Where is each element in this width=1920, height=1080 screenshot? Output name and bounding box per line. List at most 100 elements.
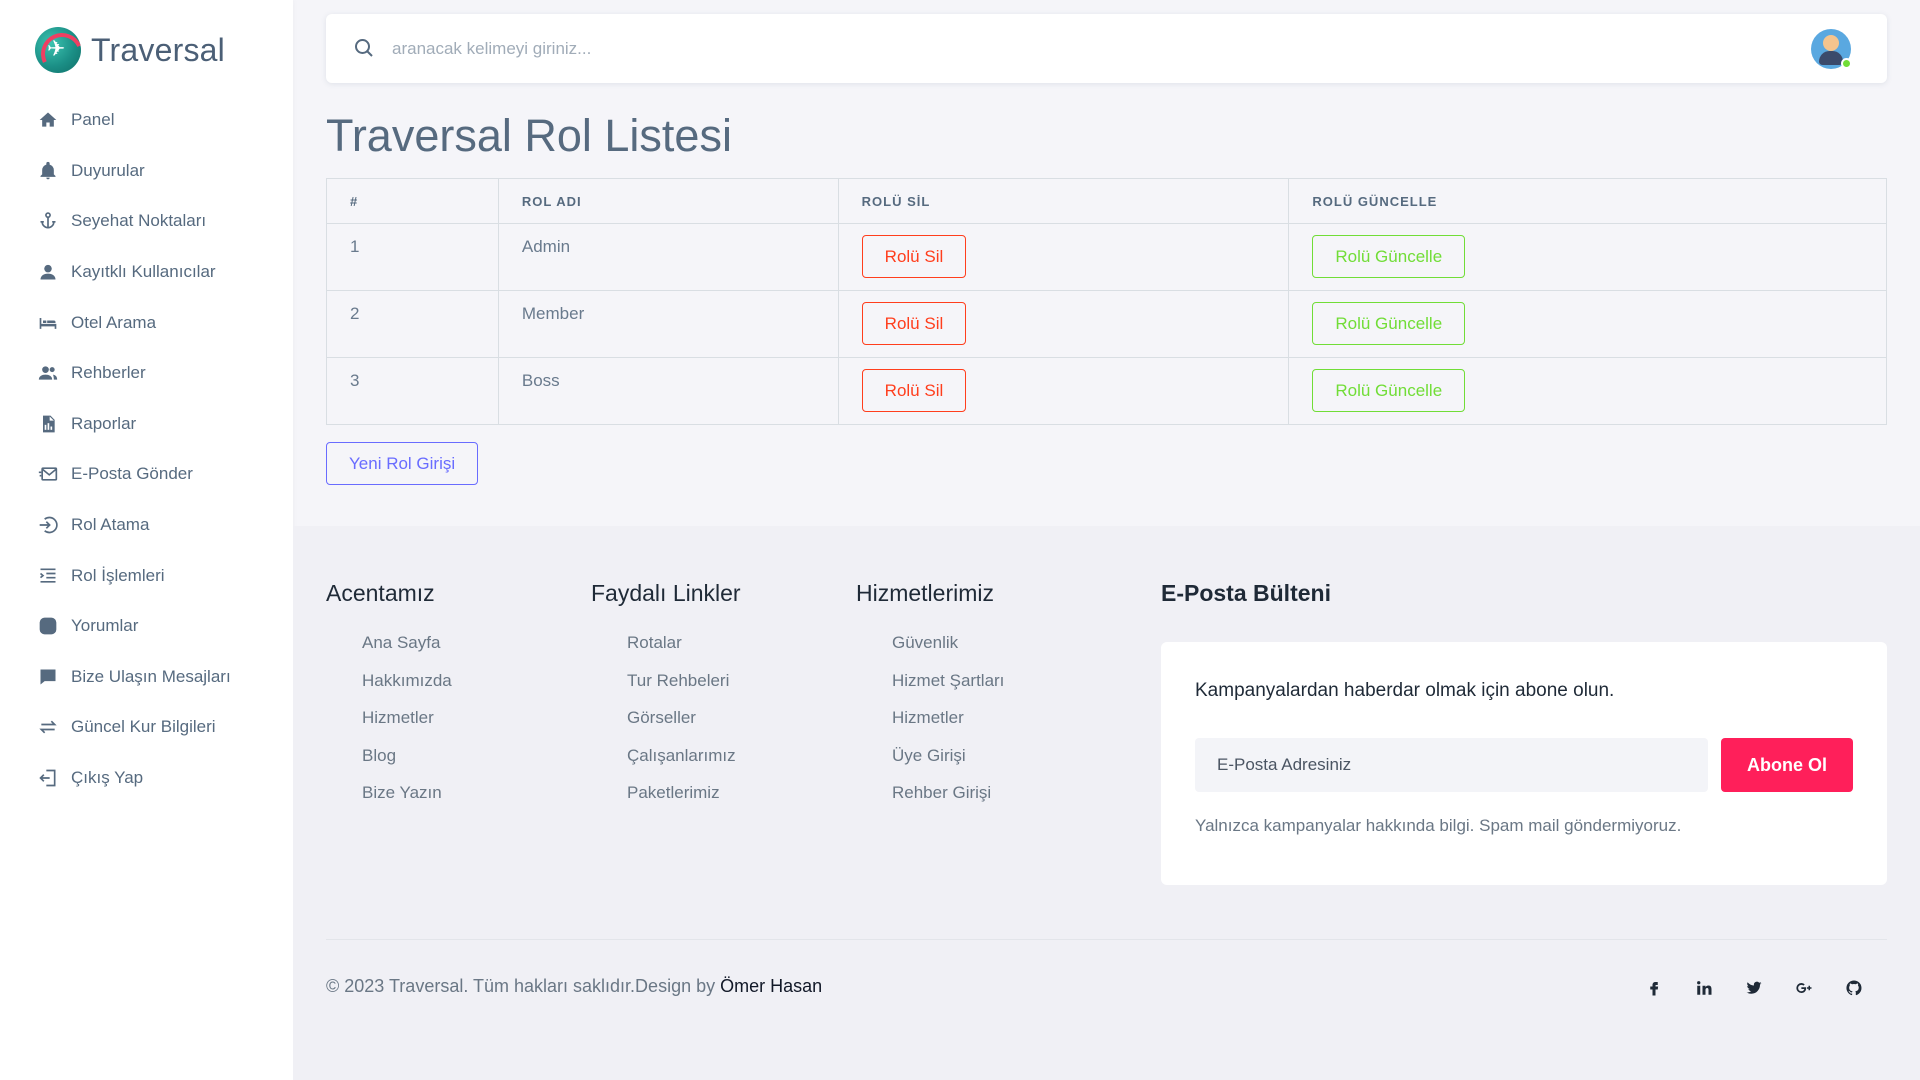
sidebar-item-label: Çıkış Yap [71,768,144,788]
footer-link[interactable]: Güvenlik [892,633,1004,671]
role-id: 3 [326,357,499,425]
update-role-button[interactable]: Rolü Güncelle [1312,369,1466,412]
mail-send-icon [37,463,59,485]
linkedin-icon[interactable] [1679,976,1729,1000]
column-header-role-name: ROL ADI [497,178,839,224]
role-id: 1 [326,223,499,291]
sidebar-item-label: Yorumlar [71,616,139,636]
sidebar-item-panel[interactable]: Panel [0,95,293,146]
sidebar-item-label: Duyurular [71,160,145,180]
delete-cell: Rolü Sil [837,290,1290,358]
sidebar-item-otel-arama[interactable]: Otel Arama [0,297,293,348]
sidebar-item-guncel-kur-bilgileri[interactable]: Güncel Kur Bilgileri [0,702,293,753]
facebook-icon[interactable] [1629,976,1679,1000]
twitter-icon[interactable] [1729,976,1779,1000]
online-status-dot [1841,58,1852,69]
footer-link[interactable]: Paketlerimiz [627,783,741,821]
sidebar-menu: Panel Duyurular Seyehat Noktaları Kayıtk… [0,95,293,803]
search-input[interactable] [392,34,1292,64]
list-indent-icon [37,565,59,587]
github-icon[interactable] [1829,976,1879,1000]
footer-link[interactable]: Görseller [627,708,741,746]
message-icon [37,666,59,688]
sidebar-item-kayitli-kullanicilar[interactable]: Kayıtklı Kullanıcılar [0,247,293,298]
delete-cell: Rolü Sil [837,357,1290,425]
footer-column-hizmetlerimiz: Hizmetlerimiz Güvenlik Hizmet Şartları H… [856,580,1004,821]
delete-role-button[interactable]: Rolü Sil [861,302,967,345]
sidebar-item-label: Otel Arama [71,312,157,332]
google-plus-icon[interactable] [1779,976,1829,1000]
footer-link[interactable]: Üye Girişi [892,746,1004,784]
home-icon [37,109,59,131]
brand-logo-icon: ✈ [35,27,81,73]
delete-role-button[interactable]: Rolü Sil [861,235,967,278]
sidebar-item-duyurular[interactable]: Duyurular [0,146,293,197]
delete-role-button[interactable]: Rolü Sil [861,369,967,412]
sidebar-item-label: Güncel Kur Bilgileri [71,717,216,737]
footer-link[interactable]: Tur Rehbeleri [627,671,741,709]
role-id: 2 [326,290,499,358]
log-in-icon [37,514,59,536]
update-cell: Rolü Güncelle [1288,290,1887,358]
comment-icon [37,615,59,637]
footer-link[interactable]: Rotalar [627,633,741,671]
newsletter-email-input[interactable] [1195,738,1708,792]
avatar[interactable] [1811,29,1852,69]
footer-column-acentamiz: Acentamız Ana Sayfa Hakkımızda Hizmetler… [326,580,452,821]
sidebar-item-label: Rol Atama [71,515,150,535]
social-links [1629,976,1879,1000]
role-name: Admin [497,223,839,291]
sidebar-item-cikis-yap[interactable]: Çıkış Yap [0,753,293,804]
newsletter-card: Kampanyalardan haberdar olmak için abone… [1161,642,1887,885]
footer-link[interactable]: Hakkımızda [362,671,452,709]
footer-column-title: Faydalı Linkler [591,580,741,606]
footer: Acentamız Ana Sayfa Hakkımızda Hizmetler… [293,526,1920,1080]
sidebar-item-rol-atama[interactable]: Rol Atama [0,500,293,551]
footer-link[interactable]: Bize Yazın [362,783,452,821]
sidebar-item-raporlar[interactable]: Raporlar [0,399,293,450]
footer-link[interactable]: Hizmet Şartları [892,671,1004,709]
copyright-text: © 2023 Traversal. Tüm hakları saklıdır.D… [326,976,721,996]
bed-icon [37,312,59,334]
table-row: 1 Admin Rolü Sil Rolü Güncelle [326,223,1887,291]
footer-link[interactable]: Hizmetler [362,708,452,746]
table-row: 2 Member Rolü Sil Rolü Güncelle [326,290,1887,358]
footer-link[interactable]: Hizmetler [892,708,1004,746]
update-role-button[interactable]: Rolü Güncelle [1312,235,1466,278]
sidebar-item-bize-ulasin-mesajlari[interactable]: Bize Ulaşın Mesajları [0,652,293,703]
footer-link[interactable]: Çalışanlarımız [627,746,741,784]
newsletter-title: E-Posta Bülteni [1161,580,1331,606]
sidebar-item-label: Seyehat Noktaları [71,211,207,231]
update-role-button[interactable]: Rolü Güncelle [1312,302,1466,345]
column-header-update: ROLÜ GÜNCELLE [1288,178,1887,224]
table-row: 3 Boss Rolü Sil Rolü Güncelle [326,357,1887,425]
brand-name: Traversal [91,31,225,68]
sidebar-item-rehberler[interactable]: Rehberler [0,348,293,399]
search-icon [352,36,376,60]
brand[interactable]: ✈ Traversal [35,27,225,73]
new-role-button[interactable]: Yeni Rol Girişi [326,442,479,485]
sidebar-item-label: Kayıtklı Kullanıcılar [71,262,216,282]
sidebar-item-e-posta-gonder[interactable]: E-Posta Gönder [0,449,293,500]
footer-link[interactable]: Ana Sayfa [362,633,452,671]
footer-link[interactable]: Blog [362,746,452,784]
report-icon [37,413,59,435]
update-cell: Rolü Güncelle [1288,357,1887,425]
footer-link[interactable]: Rehber Girişi [892,783,1004,821]
sidebar-item-seyehat-noktalari[interactable]: Seyehat Noktaları [0,196,293,247]
footer-column-title: Acentamız [326,580,435,606]
user-icon [37,261,59,283]
topbar [326,14,1887,83]
sidebar-item-yorumlar[interactable]: Yorumlar [0,601,293,652]
users-icon [37,362,59,384]
sidebar-item-label: Bize Ulaşın Mesajları [71,666,231,686]
log-out-icon [37,767,59,789]
sidebar-item-rol-islemleri[interactable]: Rol İşlemleri [0,550,293,601]
update-cell: Rolü Güncelle [1288,223,1887,291]
column-header-delete: ROLÜ SİL [837,178,1290,224]
role-table: # ROL ADI ROLÜ SİL ROLÜ GÜNCELLE 1 Admin… [326,178,1887,425]
page-title: Traversal Rol Listesi [326,110,732,161]
subscribe-button[interactable]: Abone Ol [1721,738,1853,792]
sidebar-item-label: E-Posta Gönder [71,464,193,484]
author-link[interactable]: Ömer Hasan [720,976,822,996]
